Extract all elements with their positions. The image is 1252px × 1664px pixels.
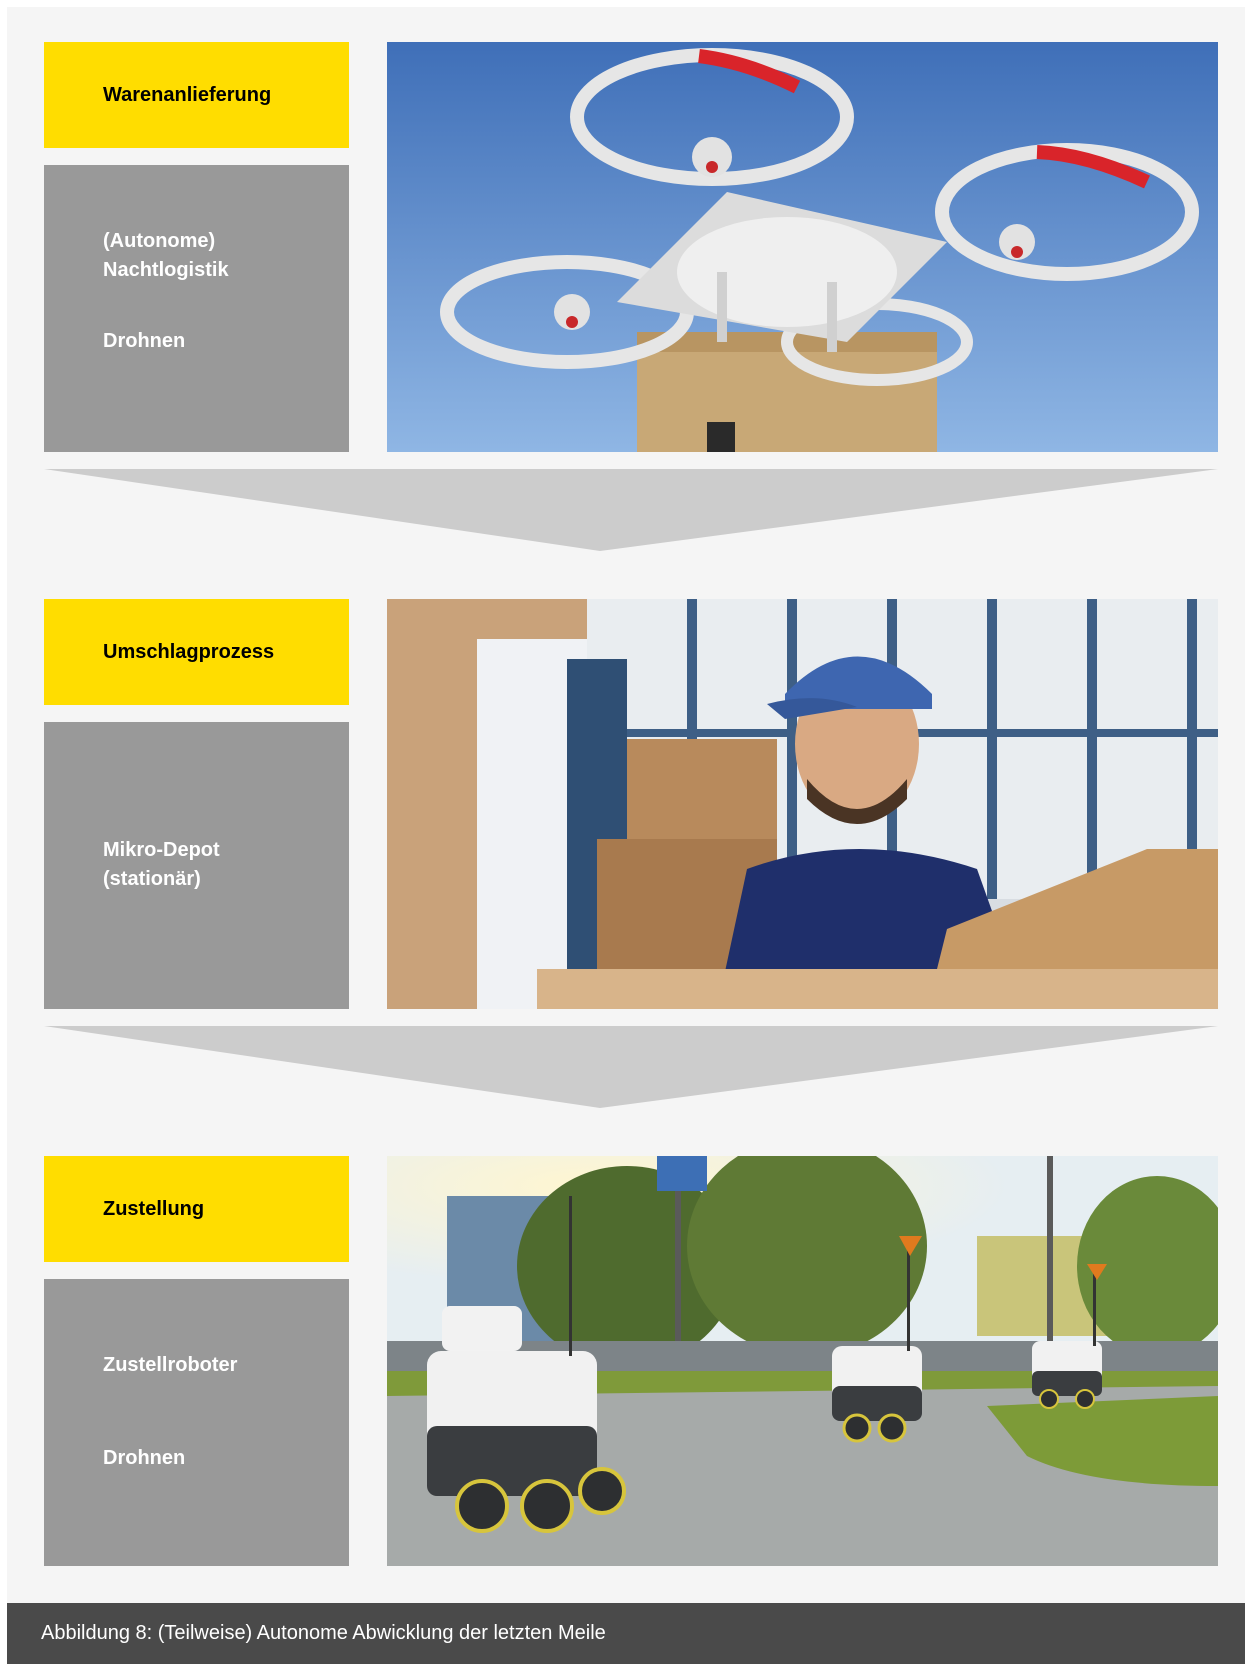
robots-illustration	[387, 1156, 1218, 1566]
worker-illustration	[387, 599, 1218, 1009]
stage-items-box: Zustellroboter Drohnen	[44, 1279, 349, 1566]
warehouse-worker-photo	[387, 599, 1218, 1009]
stage-label: Umschlagprozess	[103, 640, 275, 663]
drone-photo	[387, 42, 1218, 452]
stage-item: Drohnen	[103, 1447, 186, 1469]
stage-item: Zustellroboter	[103, 1354, 238, 1376]
stage-label-box: Umschlagprozess	[44, 599, 349, 705]
stage-item: (Autonome) Nachtlogistik	[103, 230, 229, 281]
stage-warenanlieferung: Warenanlieferung (Autonome) Nachtlogisti…	[7, 42, 1245, 452]
stage-items-box: Mikro-Depot (stationär)	[44, 722, 349, 1009]
stage-label: Zustellung	[103, 1197, 205, 1220]
diagram-panel: Warenanlieferung (Autonome) Nachtlogisti…	[7, 7, 1245, 1603]
drone-illustration	[387, 42, 1218, 452]
stage-zustellung: Zustellung Zustellroboter Drohnen	[7, 1156, 1245, 1566]
flow-arrow	[44, 469, 1218, 551]
stage-item: Drohnen	[103, 330, 186, 352]
stage-label-box: Zustellung	[44, 1156, 349, 1262]
delivery-robots-photo	[387, 1156, 1218, 1566]
stage-umschlagprozess: Umschlagprozess Mikro-Depot (stationär)	[7, 599, 1245, 1009]
figure-caption-bar: Abbildung 8: (Teilweise) Autonome Abwick…	[7, 1603, 1245, 1664]
figure-caption: Abbildung 8: (Teilweise) Autonome Abwick…	[41, 1622, 606, 1644]
stage-item: Mikro-Depot (stationär)	[103, 839, 220, 890]
stage-label-box: Warenanlieferung	[44, 42, 349, 148]
flow-arrow	[44, 1026, 1218, 1108]
stage-items-box: (Autonome) Nachtlogistik Drohnen	[44, 165, 349, 452]
stage-label: Warenanlieferung	[103, 83, 272, 106]
